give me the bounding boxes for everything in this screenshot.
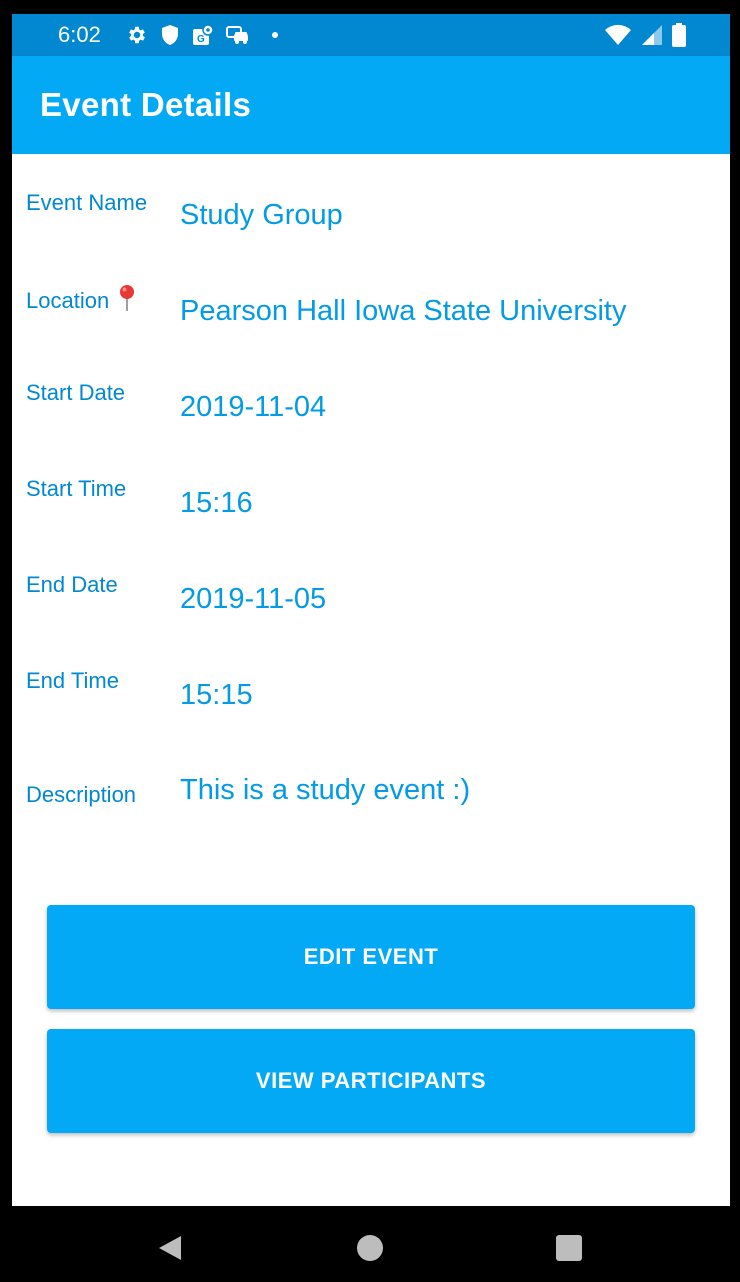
end-date-label: End Date (26, 572, 118, 597)
event-name-label: Event Name (26, 190, 148, 215)
back-icon[interactable] (157, 1235, 183, 1261)
navigation-bar (0, 1206, 740, 1282)
page-title: Event Details (40, 86, 252, 123)
view-participants-button[interactable]: VIEW PARTICIPANTS (47, 1029, 695, 1133)
location-value: Pearson Hall Iowa State University (180, 295, 627, 327)
app-bar: Event Details (12, 56, 730, 154)
description-value: This is a study event :) (180, 774, 471, 806)
signal-icon (642, 25, 662, 45)
description-label: Description (26, 782, 137, 807)
screen-top-edge (0, 0, 740, 14)
status-time: 6:02 (58, 22, 101, 47)
event-details-content: Event Name Study Group Location Pearson … (12, 154, 730, 1206)
end-time-value: 15:15 (180, 679, 253, 711)
wifi-icon (605, 24, 631, 45)
car-icon (226, 26, 248, 44)
status-icons-right (604, 23, 686, 47)
start-date-value: 2019-11-04 (180, 391, 327, 423)
start-time-value: 15:16 (180, 487, 253, 519)
map-pin-icon (120, 285, 135, 311)
start-time-label: Start Time (26, 476, 127, 501)
shield-icon (162, 25, 178, 45)
recents-icon[interactable] (556, 1235, 582, 1261)
start-date-label: Start Date (26, 380, 126, 405)
battery-icon (672, 23, 686, 47)
end-time-label: End Time (26, 668, 119, 693)
maps-icon: G (193, 24, 214, 45)
event-name-value: Study Group (180, 199, 343, 231)
edit-event-button[interactable]: EDIT EVENT (47, 905, 695, 1009)
location-label-text: Location (26, 288, 110, 313)
end-date-value: 2019-11-05 (180, 583, 327, 615)
gear-icon (129, 26, 145, 44)
notification-dot (272, 32, 278, 38)
home-icon[interactable] (357, 1235, 383, 1261)
svg-text:G: G (197, 34, 205, 45)
location-label: Location (26, 284, 137, 314)
status-bar: 6:02 G (12, 14, 730, 56)
status-icons-left: G (126, 23, 278, 47)
